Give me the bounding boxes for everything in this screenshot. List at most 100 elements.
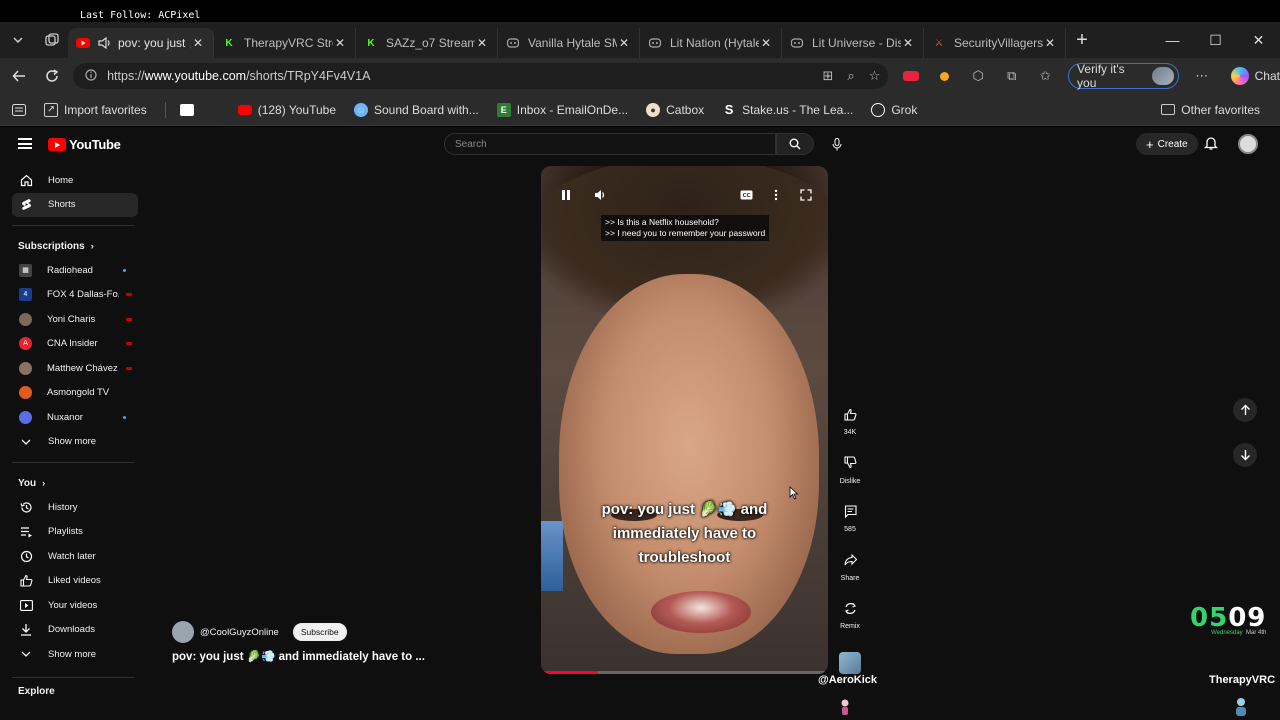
favorite-stake[interactable]: S Stake.us - The Lea... — [722, 102, 854, 117]
zoom-icon[interactable]: ⌕ — [847, 68, 854, 84]
show-more-you[interactable]: Show more — [0, 642, 146, 667]
copilot-chat-button[interactable]: Chat — [1230, 67, 1280, 85]
voice-search-icon[interactable] — [826, 133, 848, 155]
create-button[interactable]: + Create — [1136, 133, 1198, 155]
tab-youtube-short[interactable]: pov: you just 🥬💨 ✕ — [68, 28, 214, 58]
live-indicator — [126, 317, 132, 321]
favorite-youtube[interactable]: (128) YouTube — [237, 103, 336, 117]
sidebar-item-subscription[interactable]: Asmongold TV — [0, 381, 146, 406]
favorite-email[interactable]: E Inbox - EmailOnDe... — [496, 102, 628, 117]
stream-name-left: @AeroKick — [818, 674, 878, 686]
sidebar-item-home[interactable]: Home — [0, 168, 146, 193]
subscribe-button[interactable]: Subscribe — [292, 623, 347, 641]
tab-actions-menu-icon[interactable] — [0, 22, 36, 58]
sidebar-item-downloads[interactable]: Downloads — [0, 618, 146, 643]
captions-icon[interactable]: CC — [735, 184, 757, 206]
site-info-icon[interactable] — [85, 68, 97, 84]
tab-lit-universe[interactable]: Lit Universe - Disc ✕ — [782, 28, 924, 58]
close-tab-icon[interactable]: ✕ — [617, 36, 631, 50]
sidebar-item-subscription[interactable]: Matthew Chávez — [0, 356, 146, 381]
subscriptions-heading[interactable]: Subscriptions › — [0, 234, 146, 258]
extension-red-icon[interactable] — [894, 71, 928, 81]
search-input[interactable]: Search — [444, 133, 776, 155]
import-favorites[interactable]: ↗ Import favorites — [44, 102, 147, 117]
short-video-player[interactable]: CC >> Is this a Netflix household? >> I … — [541, 166, 828, 674]
close-tab-icon[interactable]: ✕ — [901, 36, 915, 50]
extensions-puzzle-icon[interactable]: ⬡ — [961, 68, 995, 84]
close-tab-icon[interactable]: ✕ — [1043, 36, 1057, 50]
extension-dot-icon[interactable] — [928, 71, 962, 81]
comments-button[interactable]: 585 — [835, 499, 865, 548]
sidebar-item-shorts[interactable]: Shorts — [12, 192, 138, 217]
sidebar-item-subscription[interactable]: Yoni Charis — [0, 307, 146, 332]
speaker-icon[interactable] — [98, 36, 112, 50]
search-button[interactable] — [776, 133, 814, 155]
workspaces-icon[interactable] — [36, 22, 68, 58]
channel-avatar[interactable] — [172, 621, 194, 643]
sidebar-item-liked-videos[interactable]: Liked videos — [0, 569, 146, 594]
like-button[interactable]: 34K — [835, 402, 865, 451]
remix-button[interactable]: Remix — [835, 596, 865, 645]
sidebar-item-playlists[interactable]: Playlists — [0, 520, 146, 545]
close-tab-icon[interactable]: ✕ — [475, 36, 489, 50]
maximize-icon[interactable]: ☐ — [1194, 32, 1237, 49]
sidebar-item-watch-later[interactable]: Watch later — [0, 544, 146, 569]
share-button[interactable]: Share — [835, 548, 865, 597]
sidebar-item-subscription[interactable]: Nuxanor — [0, 405, 146, 430]
you-heading[interactable]: You › — [0, 471, 146, 495]
next-short-button[interactable] — [1233, 443, 1257, 467]
close-tab-icon[interactable]: ✕ — [191, 36, 205, 50]
more-menu-icon[interactable]: ⋯ — [1185, 68, 1219, 84]
favorite-grok[interactable]: Grok — [871, 102, 917, 117]
sidebar-item-subscription[interactable]: A CNA Insider — [0, 332, 146, 357]
video-progress-bar[interactable] — [541, 671, 828, 674]
sidebar-toggle-icon[interactable] — [12, 103, 26, 116]
tab-sazz[interactable]: K SAZz_o7 Stream - ✕ — [356, 28, 498, 58]
youtube-play-icon — [48, 138, 66, 151]
close-tab-icon[interactable]: ✕ — [333, 36, 347, 50]
explore-heading[interactable]: Explore — [0, 686, 146, 700]
sound-thumbnail[interactable] — [839, 652, 861, 674]
short-title[interactable]: pov: you just 🥬💨 and immediately have to… — [172, 649, 425, 663]
close-tab-icon[interactable]: ✕ — [759, 36, 773, 50]
show-more-subscriptions[interactable]: Show more — [0, 430, 146, 455]
close-window-icon[interactable]: ✕ — [1237, 32, 1280, 49]
youtube-logo[interactable]: YouTube — [48, 137, 121, 152]
refresh-icon[interactable] — [36, 58, 70, 94]
fullscreen-icon[interactable] — [795, 184, 817, 206]
other-favorites[interactable]: Other favorites — [1161, 103, 1260, 117]
kick-favicon-icon: K — [225, 37, 233, 49]
app-available-icon[interactable]: ⊞ — [822, 68, 833, 84]
verify-profile-button[interactable]: Verify it's you — [1068, 62, 1180, 90]
minimize-icon[interactable]: — — [1151, 32, 1194, 49]
address-bar[interactable]: https://www.youtube.com/shorts/TRpY4Fv4V… — [73, 63, 889, 89]
notifications-bell-icon[interactable] — [1203, 136, 1219, 156]
split-screen-icon[interactable]: ⧉ — [995, 68, 1029, 84]
tab-securityvillagers[interactable]: ⚔ SecurityVillagers - ✕ — [924, 28, 1066, 58]
account-avatar[interactable] — [1238, 134, 1258, 154]
create-label: Create — [1157, 138, 1188, 150]
favorite-soundboard[interactable]: ☺ Sound Board with... — [354, 102, 479, 117]
dislike-button[interactable]: Dislike — [835, 451, 865, 500]
heading-label: Explore — [18, 685, 55, 697]
sidebar-item-your-videos[interactable]: Your videos — [0, 593, 146, 618]
favorite-blank[interactable] — [179, 103, 200, 116]
sidebar-item-history[interactable]: History — [0, 495, 146, 520]
favorite-catbox[interactable]: ● Catbox — [646, 102, 704, 117]
pause-icon[interactable] — [555, 184, 577, 206]
volume-icon[interactable] — [589, 184, 611, 206]
favorite-star-icon[interactable]: ☆ — [869, 68, 881, 84]
tab-vanilla-hytale[interactable]: Vanilla Hytale SMP ✕ — [498, 28, 640, 58]
sidebar-item-subscription[interactable]: 4 FOX 4 Dallas-Fo... — [0, 283, 146, 308]
menu-icon[interactable] — [18, 138, 32, 149]
back-icon[interactable] — [2, 58, 36, 94]
chat-label: Chat — [1254, 69, 1280, 83]
new-tab-icon[interactable]: + — [1066, 29, 1098, 52]
previous-short-button[interactable] — [1233, 398, 1257, 422]
channel-name[interactable]: @CoolGuyzOnline — [200, 627, 279, 638]
favorites-icon[interactable]: ✩ — [1029, 68, 1063, 84]
tab-therapyvrc[interactable]: K TherapyVRC Stream ✕ — [214, 28, 356, 58]
more-options-icon[interactable] — [765, 184, 787, 206]
tab-lit-nation[interactable]: Lit Nation (Hytale ✕ — [640, 28, 782, 58]
sidebar-item-subscription[interactable]: ▦ Radiohead — [0, 258, 146, 283]
